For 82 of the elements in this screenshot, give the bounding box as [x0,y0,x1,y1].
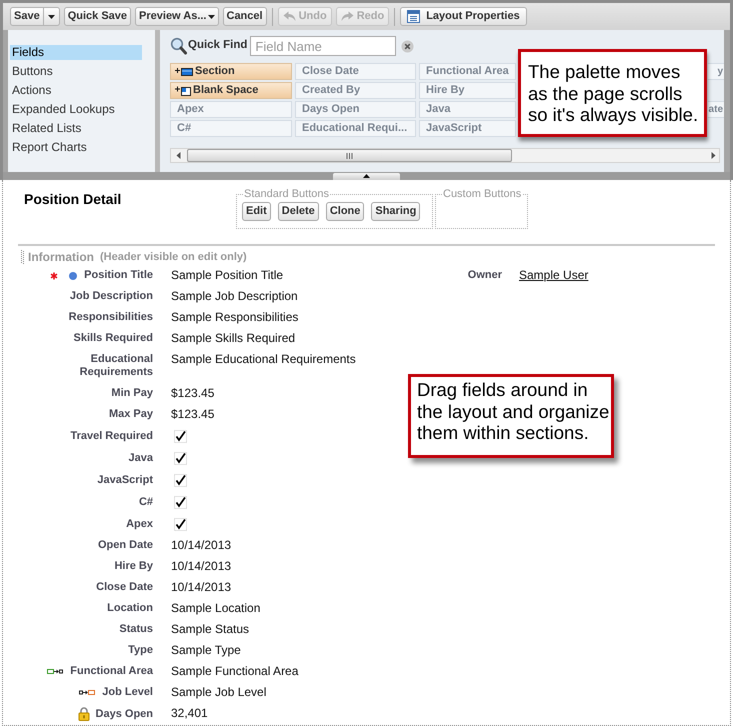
toolbar-button[interactable]: Save [10,7,44,26]
caret-icon [208,14,214,18]
search-label: Quick Find [188,38,248,54]
field-label: Java [128,452,153,464]
field-label: C# [138,496,153,508]
field-label: Position Title [84,269,153,282]
field-value: Sample Functional Area [171,665,298,678]
field-label: Responsibilities [68,311,153,324]
group-legend: Custom Buttons [442,189,522,200]
field-value: 10/14/2013 [171,581,232,594]
table-icon [407,10,420,23]
palette-category[interactable]: Expanded Lookups [10,102,142,117]
section-note: (Header visible on edit only) [100,250,247,265]
undo-arrow-icon [282,11,296,22]
field-label: Skills Required [74,332,153,345]
field-label: Status [119,623,153,636]
palette-category[interactable]: Fields [10,45,142,60]
layout-button[interactable]: Clone [326,202,364,221]
callout-note: The palette moves as the page scrolls so it's always visible. [518,49,707,137]
field-label: Min Pay [111,387,153,400]
scroll-right-icon[interactable] [711,152,716,159]
field-label: JavaScript [97,474,153,486]
layout-button[interactable]: Delete [278,202,319,221]
search-icon [170,37,187,55]
field-label: Job Description [70,290,153,303]
field-value: $123.45 [171,408,214,421]
section-title: Information [28,249,94,266]
field-value: 10/14/2013 [171,560,232,573]
layout-button[interactable]: Edit [242,202,271,221]
field-label: Days Open [96,708,153,720]
grip-icon [346,152,353,158]
palette-category[interactable]: Related Lists [10,121,142,136]
field-value: Sample Skills Required [171,332,296,345]
field-label: Job Level [102,686,153,699]
field-value: Sample Job Level [171,686,266,699]
field-label: Owner [468,269,502,282]
field-value: Sample Status [171,623,250,636]
toolbar-button[interactable]: Quick Save [64,7,132,26]
field-value: 10/14/2013 [171,539,232,552]
field-value: 32,401 [171,707,208,721]
field-label: Hire By [114,560,153,573]
search-field[interactable]: Field Name [250,36,396,56]
field-value: Sample Location [171,602,260,615]
field-label: Location [107,602,153,615]
field-label: Educational Requirements [78,353,153,379]
palette-category[interactable]: Actions [10,83,142,98]
field-value: Sample Position Title [171,269,284,282]
field-label: Functional Area [70,665,153,678]
layout-title: Position Detail [24,191,122,207]
field-value: $123.45 [171,387,214,400]
blank-block-icon [175,86,191,96]
palette-category[interactable]: Buttons [10,64,142,79]
field-label: Close Date [96,581,153,594]
field-label: Max Pay [108,408,153,421]
caret-up-icon [363,174,370,178]
group-legend: Standard Buttons [243,189,330,200]
field-label: Open Date [98,539,153,552]
caret-icon [48,14,55,18]
field-value: Sample Type [171,644,241,657]
clear-icon[interactable] [401,40,414,52]
scroll-left-icon[interactable] [176,152,181,159]
toolbar-button[interactable]: Preview As... [135,7,218,26]
palette-item[interactable]: Blank Space [170,82,292,99]
field-value: Sample Job Description [171,290,298,303]
section-block-icon [175,66,193,76]
toolbar-button[interactable]: Layout Properties [400,7,527,26]
user-link[interactable]: Sample User [519,269,588,282]
dropdown-button[interactable] [44,7,60,26]
scrollbar-thumb[interactable] [187,149,512,162]
field-label: Apex [126,518,153,530]
field-label: Type [128,644,153,657]
field-value: Sample Educational Requirements [171,353,356,368]
palette-item[interactable]: Section [170,63,292,80]
toolbar-button[interactable]: Cancel [222,7,267,26]
layout-button[interactable]: Sharing [371,202,420,221]
callout-note: Drag fields around in the layout and organize them within sections. [408,374,614,458]
redo-arrow-icon [340,11,354,22]
collapse-handle[interactable] [333,173,400,180]
field-value: Sample Responsibilities [171,311,298,324]
palette-category[interactable]: Report Charts [10,140,142,155]
horizontal-scrollbar[interactable] [170,148,720,163]
field-label: Travel Required [70,430,153,442]
